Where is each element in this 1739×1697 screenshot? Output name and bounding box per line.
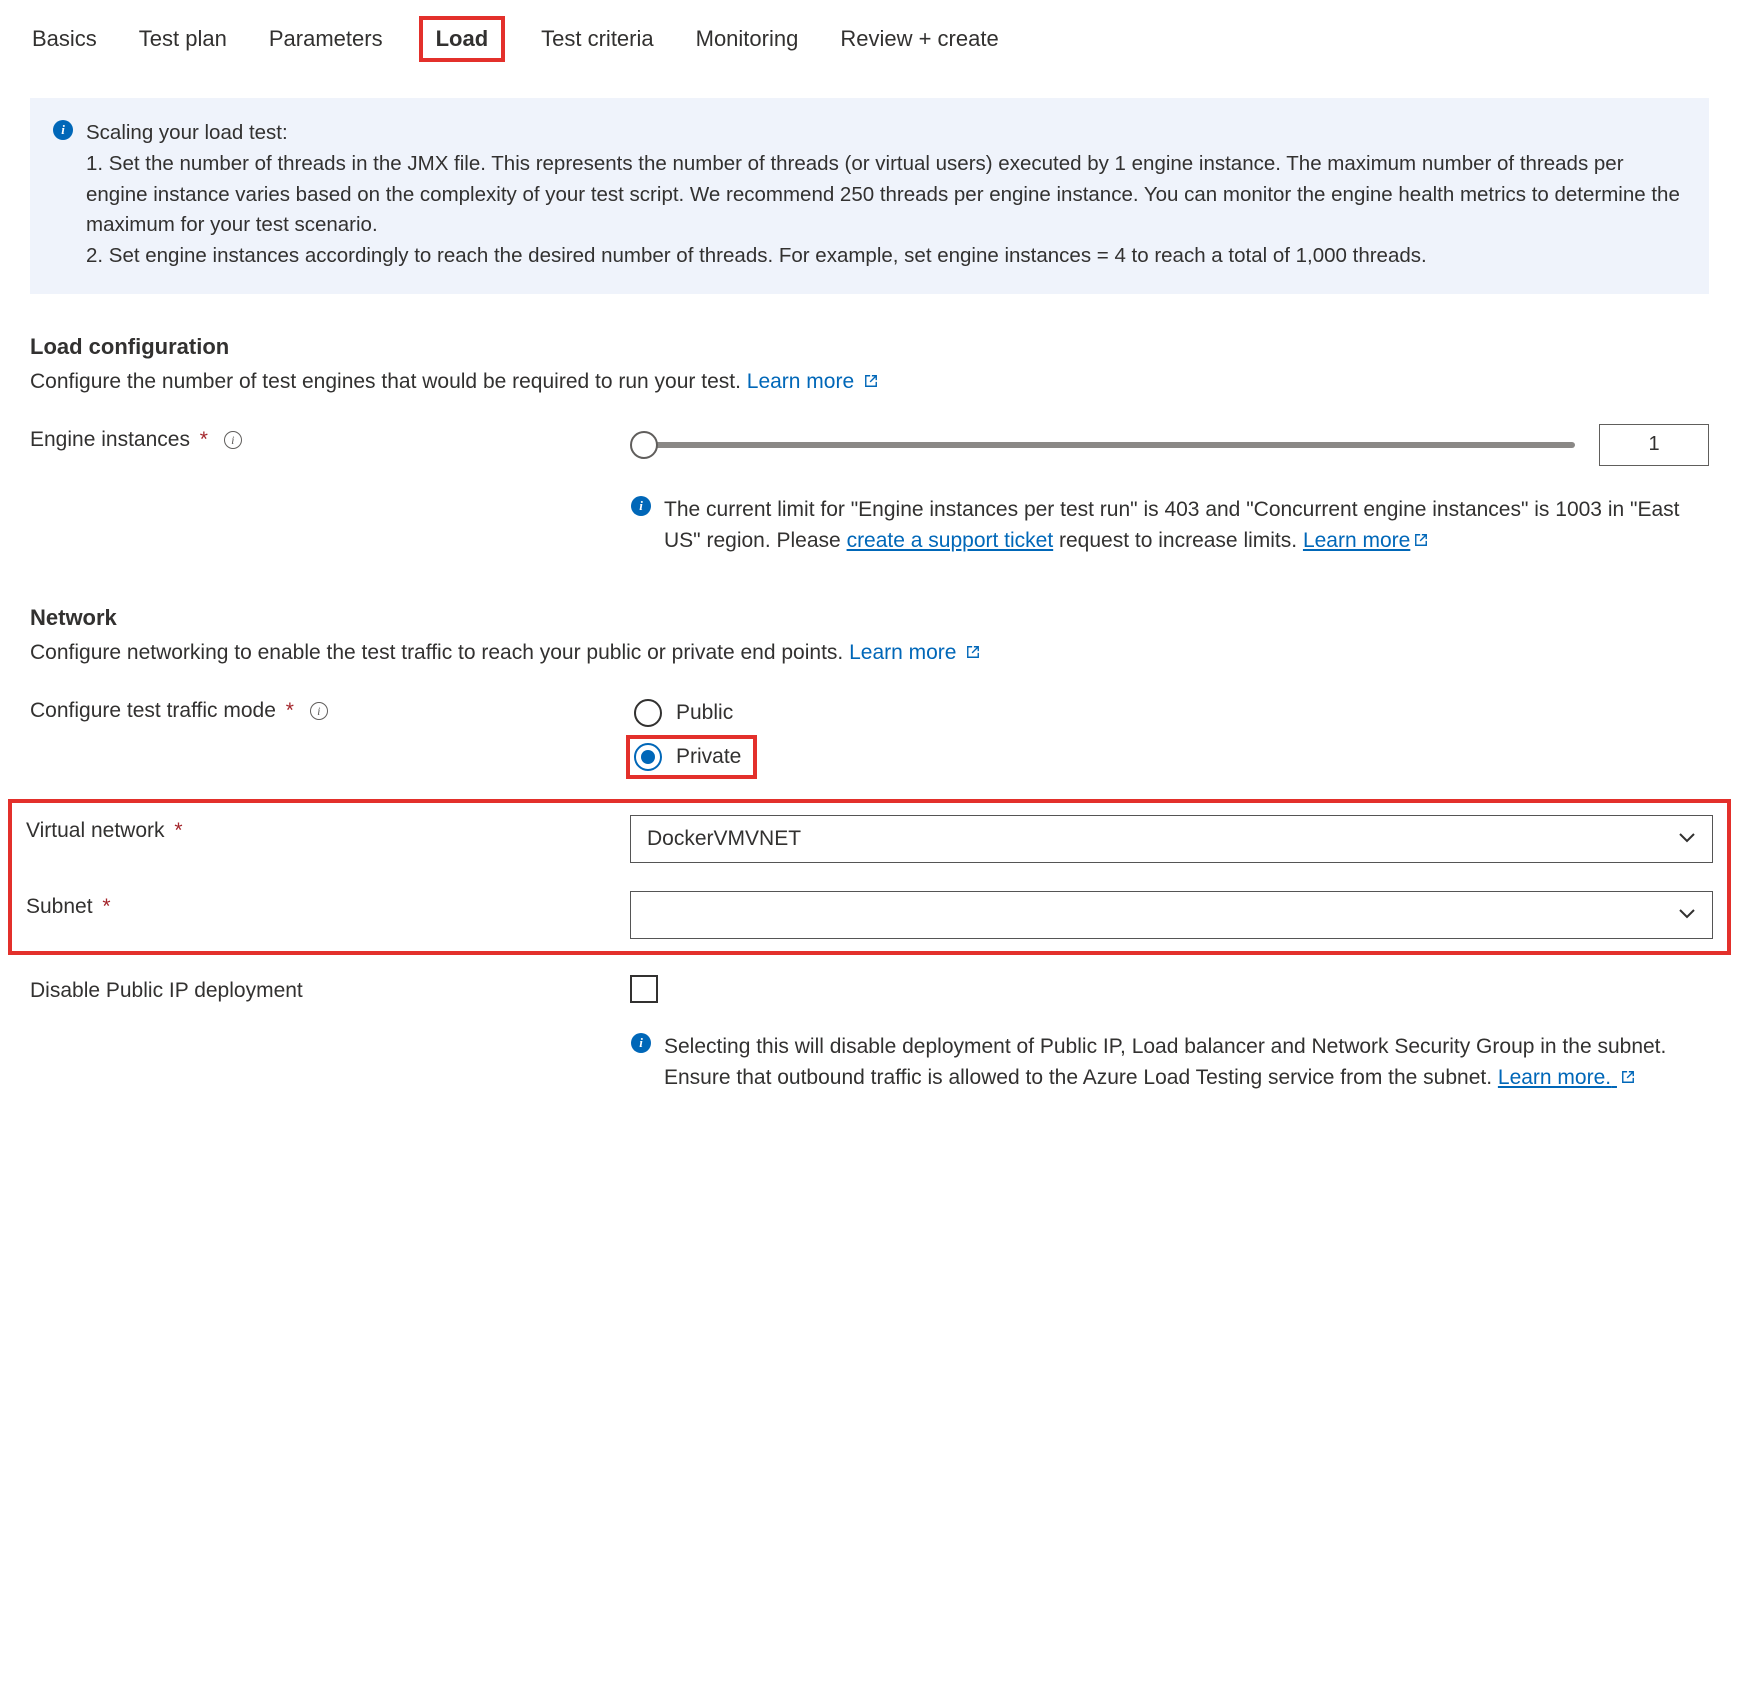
subnet-label-text: Subnet bbox=[26, 895, 93, 918]
limit-text-b: request to increase limits. bbox=[1053, 529, 1303, 552]
engine-limit-text: The current limit for "Engine instances … bbox=[664, 494, 1709, 557]
external-link-icon bbox=[864, 374, 878, 388]
load-config-sub-text: Configure the number of test engines tha… bbox=[30, 370, 747, 393]
vnet-label-text: Virtual network bbox=[26, 819, 165, 842]
info-icon: i bbox=[630, 1031, 652, 1094]
limit-learn-more-link[interactable]: Learn more bbox=[1303, 529, 1428, 552]
disable-public-ip-info: i Selecting this will disable deployment… bbox=[30, 1031, 1709, 1094]
radio-dot bbox=[641, 750, 655, 764]
vnet-selected-value: DockerVMVNET bbox=[647, 827, 801, 851]
radio-circle-checked bbox=[634, 743, 662, 771]
engine-limit-info: i The current limit for "Engine instance… bbox=[30, 494, 1709, 557]
engine-instances-label-text: Engine instances bbox=[30, 428, 190, 451]
required-indicator: * bbox=[174, 819, 182, 842]
info-line-1: 1. Set the number of threads in the JMX … bbox=[86, 152, 1680, 237]
learn-more-label: Learn more bbox=[747, 370, 854, 393]
vnet-select[interactable]: DockerVMVNET bbox=[630, 815, 1713, 863]
load-config-subtitle: Configure the number of test engines tha… bbox=[30, 370, 1709, 394]
traffic-mode-radio-group: Public Private bbox=[630, 695, 753, 775]
external-link-icon bbox=[966, 645, 980, 659]
tab-basics[interactable]: Basics bbox=[30, 24, 99, 54]
help-icon[interactable]: i bbox=[224, 431, 242, 449]
tab-test-criteria[interactable]: Test criteria bbox=[539, 24, 655, 54]
tab-strip: Basics Test plan Parameters Load Test cr… bbox=[30, 20, 1709, 58]
scaling-info-text: Scaling your load test: 1. Set the numbe… bbox=[86, 118, 1687, 272]
slider-thumb[interactable] bbox=[630, 431, 658, 459]
learn-more-label: Learn more. bbox=[1498, 1066, 1611, 1089]
radio-public[interactable]: Public bbox=[630, 695, 753, 731]
tab-load[interactable]: Load bbox=[423, 20, 502, 58]
learn-more-label: Learn more bbox=[1303, 529, 1410, 552]
subnet-select[interactable] bbox=[630, 891, 1713, 939]
info-line-2: 2. Set engine instances accordingly to r… bbox=[86, 244, 1427, 267]
tab-test-plan[interactable]: Test plan bbox=[137, 24, 229, 54]
disable-public-ip-text: Selecting this will disable deployment o… bbox=[664, 1031, 1709, 1094]
vnet-subnet-highlight-box: Virtual network * DockerVMVNET Subnet * bbox=[12, 803, 1727, 951]
disable-public-ip-checkbox[interactable] bbox=[630, 975, 658, 1003]
chevron-down-icon bbox=[1678, 828, 1696, 849]
help-icon[interactable]: i bbox=[310, 702, 328, 720]
load-config-learn-more-link[interactable]: Learn more bbox=[747, 370, 878, 393]
disable-public-ip-row: Disable Public IP deployment bbox=[30, 975, 1709, 1003]
subnet-row: Subnet * bbox=[26, 891, 1713, 939]
radio-public-label: Public bbox=[676, 701, 733, 725]
info-title: Scaling your load test: bbox=[86, 121, 288, 144]
engine-instances-value[interactable]: 1 bbox=[1599, 424, 1709, 466]
vnet-row: Virtual network * DockerVMVNET bbox=[26, 815, 1713, 863]
traffic-mode-row: Configure test traffic mode * i Public P… bbox=[30, 695, 1709, 775]
network-subtitle: Configure networking to enable the test … bbox=[30, 641, 1709, 665]
create-support-ticket-link[interactable]: create a support ticket bbox=[847, 529, 1054, 552]
radio-circle-unchecked bbox=[634, 699, 662, 727]
load-config-title: Load configuration bbox=[30, 334, 1709, 360]
engine-instances-slider[interactable] bbox=[630, 431, 1575, 459]
vnet-label: Virtual network * bbox=[26, 815, 630, 843]
external-link-icon bbox=[1621, 1070, 1635, 1084]
network-learn-more-link[interactable]: Learn more bbox=[849, 641, 980, 664]
tab-monitoring[interactable]: Monitoring bbox=[694, 24, 801, 54]
required-indicator: * bbox=[102, 895, 110, 918]
radio-private-label: Private bbox=[676, 745, 741, 769]
info-icon: i bbox=[52, 118, 74, 272]
disable-ip-learn-more-link[interactable]: Learn more. bbox=[1498, 1066, 1635, 1089]
engine-instances-slider-wrap: 1 bbox=[630, 424, 1709, 466]
required-indicator: * bbox=[286, 699, 294, 722]
disable-public-ip-label: Disable Public IP deployment bbox=[30, 975, 630, 1003]
scaling-info-box: i Scaling your load test: 1. Set the num… bbox=[30, 98, 1709, 294]
traffic-mode-label-text: Configure test traffic mode bbox=[30, 699, 276, 722]
slider-track bbox=[642, 442, 1575, 448]
network-sub-text: Configure networking to enable the test … bbox=[30, 641, 849, 664]
chevron-down-icon bbox=[1678, 904, 1696, 925]
learn-more-label: Learn more bbox=[849, 641, 956, 664]
engine-instances-row: Engine instances * i 1 bbox=[30, 424, 1709, 466]
external-link-icon bbox=[1414, 533, 1428, 547]
tab-parameters[interactable]: Parameters bbox=[267, 24, 385, 54]
tab-review-create[interactable]: Review + create bbox=[838, 24, 1000, 54]
required-indicator: * bbox=[200, 428, 208, 451]
network-title: Network bbox=[30, 605, 1709, 631]
info-icon: i bbox=[630, 494, 652, 557]
radio-private[interactable]: Private bbox=[630, 739, 753, 775]
traffic-mode-label: Configure test traffic mode * i bbox=[30, 695, 630, 723]
subnet-label: Subnet * bbox=[26, 891, 630, 919]
engine-instances-label: Engine instances * i bbox=[30, 424, 630, 452]
